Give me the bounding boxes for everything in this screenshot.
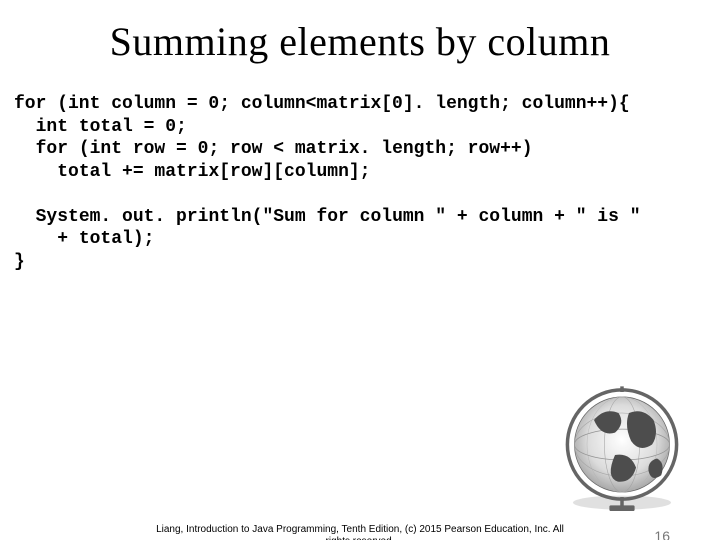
globe-icon <box>552 378 692 518</box>
page-number: 16 <box>654 528 670 540</box>
footer-line-1: Liang, Introduction to Java Programming,… <box>156 524 564 535</box>
footer-line-2: rights reserved. <box>326 536 395 540</box>
footer-attribution: Liang, Introduction to Java Programming,… <box>0 524 720 540</box>
slide: Summing elements by column for (int colu… <box>0 18 720 540</box>
slide-title: Summing elements by column <box>0 18 720 65</box>
code-block: for (int column = 0; column<matrix[0]. l… <box>0 93 720 273</box>
